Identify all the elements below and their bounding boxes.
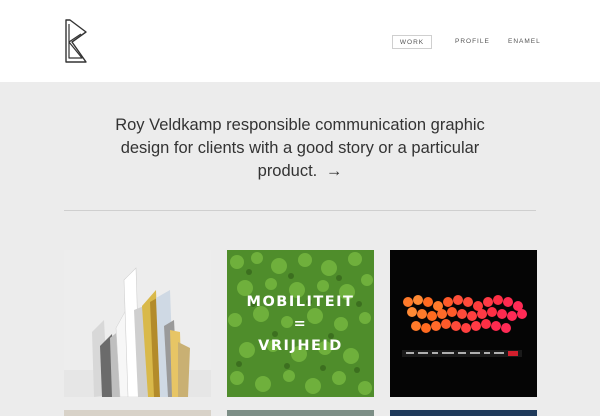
intro-text: Roy Veldkamp responsible communication g… — [115, 116, 485, 180]
site-header: WORK PROFILE ENAMEL — [0, 0, 600, 82]
portfolio-tile-books[interactable] — [64, 250, 211, 397]
books-image — [64, 250, 211, 397]
rv-logo-icon[interactable] — [60, 18, 92, 66]
grass-text-line-3: VRIJHEID — [258, 338, 343, 354]
nav-profile[interactable]: PROFILE — [455, 35, 490, 49]
portfolio-tile-candles[interactable] — [390, 250, 537, 397]
arrow-right-icon[interactable]: → — [326, 162, 343, 180]
grass-text-line-1: MOBILITEIT — [246, 294, 355, 310]
intro-text-block: Roy Veldkamp responsible communication g… — [90, 114, 510, 183]
divider — [64, 210, 536, 211]
portfolio-tile-partial[interactable] — [64, 410, 211, 416]
portfolio-tile-partial[interactable] — [390, 410, 537, 416]
portfolio-tile-grass-poster[interactable]: MOBILITEIT = VRIJHEID — [227, 250, 374, 397]
portfolio-tile-partial[interactable] — [227, 410, 374, 416]
nav-work[interactable]: WORK — [392, 35, 432, 49]
candles-image — [390, 250, 537, 397]
grass-text-line-2: = — [293, 316, 308, 332]
nav-enamel[interactable]: ENAMEL — [508, 35, 541, 49]
